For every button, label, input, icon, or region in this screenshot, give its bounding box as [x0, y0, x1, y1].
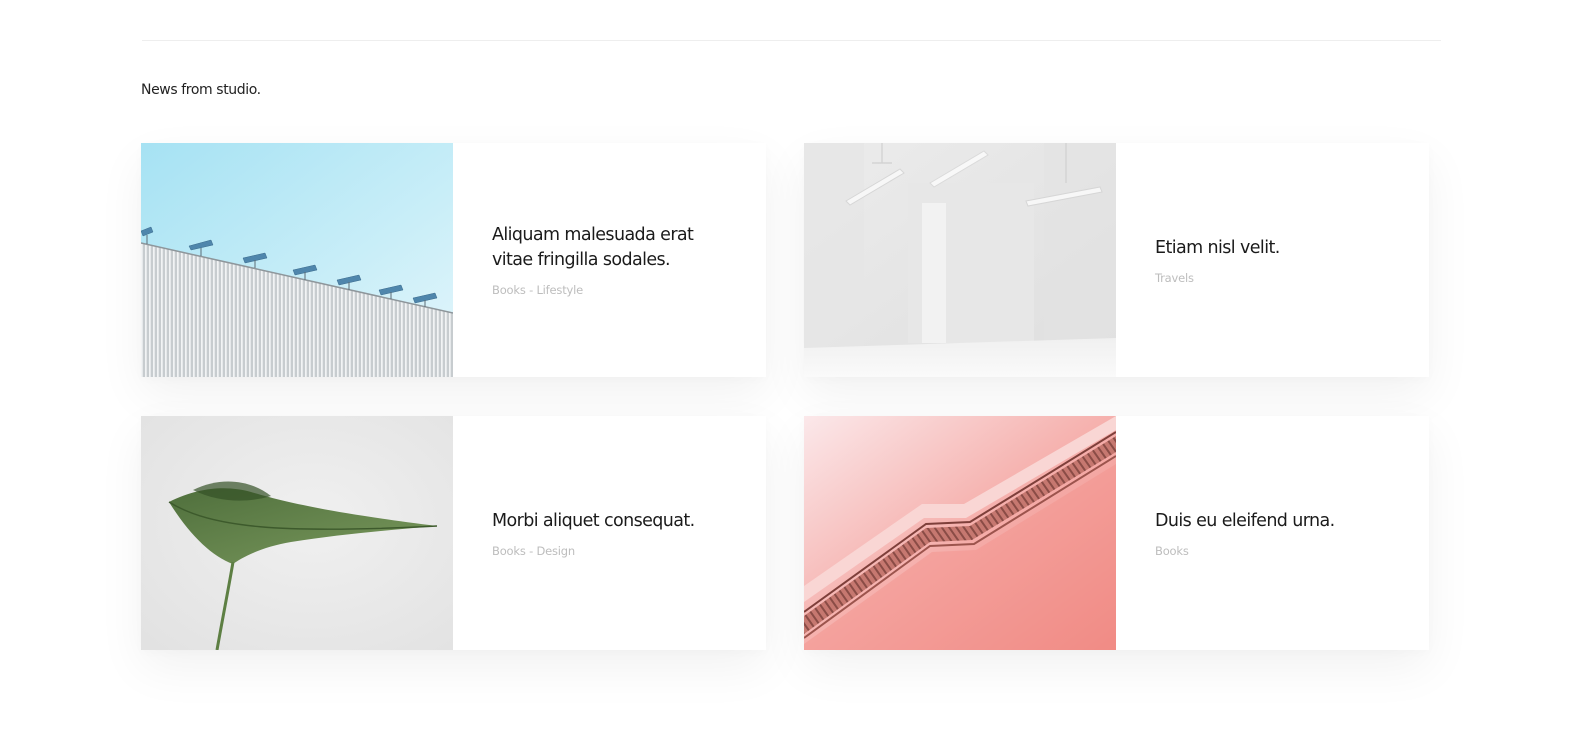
card-body: Morbi aliquet consequat. Books - Design — [453, 416, 766, 650]
post-category[interactable]: Books - Lifestyle — [492, 283, 736, 297]
news-card[interactable]: Morbi aliquet consequat. Books - Design — [141, 416, 766, 650]
news-card[interactable]: Aliquam malesuada erat vitae fringilla s… — [141, 143, 766, 377]
card-body: Etiam nisl velit. Travels — [1116, 143, 1429, 377]
post-title[interactable]: Morbi aliquet consequat. — [492, 509, 736, 534]
news-card[interactable]: Duis eu eleifend urna. Books — [804, 416, 1429, 650]
post-title[interactable]: Duis eu eleifend urna. — [1155, 509, 1399, 534]
pink-escalator-image[interactable] — [804, 416, 1116, 650]
post-category[interactable]: Books - Design — [492, 544, 736, 558]
post-category[interactable]: Books — [1155, 544, 1399, 558]
post-title[interactable]: Etiam nisl velit. — [1155, 236, 1399, 261]
card-body: Aliquam malesuada erat vitae fringilla s… — [453, 143, 766, 377]
post-category[interactable]: Travels — [1155, 271, 1399, 285]
white-room-image[interactable] — [804, 143, 1116, 377]
section-title: News from studio. — [141, 82, 261, 98]
news-card[interactable]: Etiam nisl velit. Travels — [804, 143, 1429, 377]
building-rooftop-image[interactable] — [141, 143, 453, 377]
green-leaf-image[interactable] — [141, 416, 453, 650]
top-divider — [142, 40, 1441, 41]
post-title[interactable]: Aliquam malesuada erat vitae fringilla s… — [492, 223, 736, 273]
card-body: Duis eu eleifend urna. Books — [1116, 416, 1429, 650]
